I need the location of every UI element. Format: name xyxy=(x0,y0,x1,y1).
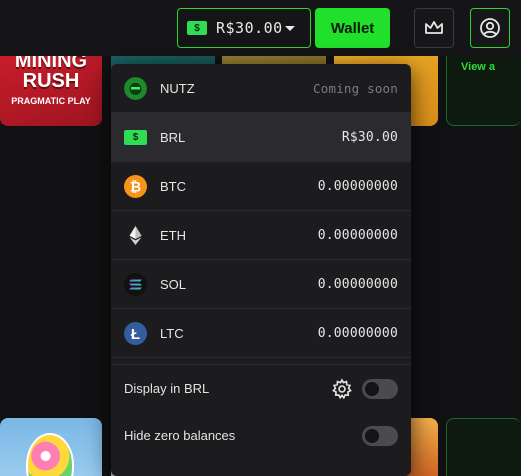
toggle-knob xyxy=(365,429,379,443)
crown-icon xyxy=(425,21,443,34)
balance-selector-button[interactable]: $ R$30.00 xyxy=(177,8,311,48)
currency-balance: 0.00000000 xyxy=(317,276,398,292)
solana-icon xyxy=(124,273,147,296)
currency-code: SOL xyxy=(160,276,187,292)
currency-row-brl[interactable]: $ BRL R$30.00 xyxy=(111,113,411,162)
cash-icon: $ xyxy=(124,126,147,149)
currency-balance: 0.00000000 xyxy=(317,227,398,243)
game-tile-green[interactable] xyxy=(446,418,521,476)
hide-zero-balances-toggle[interactable] xyxy=(362,426,398,446)
toggle-knob xyxy=(365,382,379,396)
chevron-down-icon xyxy=(285,26,295,31)
cash-icon: $ xyxy=(187,21,207,35)
balance-amount: R$30.00 xyxy=(216,19,283,37)
svg-text:₿: ₿ xyxy=(130,179,141,195)
currency-balance: 0.00000000 xyxy=(317,325,398,341)
currency-row-sol[interactable]: SOL 0.00000000 xyxy=(111,260,411,309)
bitcoin-icon: ₿ xyxy=(124,175,147,198)
currency-code: ETH xyxy=(160,227,186,243)
currency-code: LTC xyxy=(160,325,184,341)
profile-button[interactable] xyxy=(470,8,510,48)
currency-code: BTC xyxy=(160,178,186,194)
currency-balance: R$30.00 xyxy=(341,129,398,145)
currency-row-nutz[interactable]: NUTZ Coming soon xyxy=(111,64,411,113)
litecoin-icon: Ł xyxy=(124,322,147,345)
hide-zero-balances-setting: Hide zero balances xyxy=(111,412,411,460)
display-in-currency-setting: Display in BRL xyxy=(111,365,411,413)
egg-art xyxy=(26,433,74,476)
game-tile-egg[interactable] xyxy=(0,418,102,476)
display-in-currency-toggle[interactable] xyxy=(362,379,398,399)
currency-code: BRL xyxy=(160,129,186,145)
wallet-button[interactable]: Wallet xyxy=(315,8,390,48)
currency-row-ltc[interactable]: Ł LTC 0.00000000 xyxy=(111,309,411,358)
ethereum-icon xyxy=(124,224,147,247)
cash-symbol: $ xyxy=(124,130,147,145)
game-title: MINING RUSH xyxy=(14,50,88,92)
nutz-icon xyxy=(124,77,147,100)
setting-label: Hide zero balances xyxy=(124,428,236,443)
user-icon xyxy=(480,18,500,38)
currency-row-eth[interactable]: ETH 0.00000000 xyxy=(111,211,411,260)
currency-dropdown: NUTZ Coming soon $ BRL R$30.00 ₿ BTC 0.0… xyxy=(111,64,411,476)
currency-code: NUTZ xyxy=(160,80,195,96)
currency-row-btc[interactable]: ₿ BTC 0.00000000 xyxy=(111,162,411,211)
currency-balance: 0.00000000 xyxy=(317,178,398,194)
currency-balance: Coming soon xyxy=(313,80,398,96)
setting-label: Display in BRL xyxy=(124,381,210,396)
game-provider: PRAGMATIC PLAY xyxy=(11,96,91,106)
svg-text:Ł: Ł xyxy=(131,326,140,343)
top-bar: $ R$30.00 Wallet xyxy=(0,0,521,56)
gear-icon[interactable] xyxy=(331,378,353,400)
view-all-label: View a xyxy=(461,61,496,73)
vip-button[interactable] xyxy=(414,8,454,48)
